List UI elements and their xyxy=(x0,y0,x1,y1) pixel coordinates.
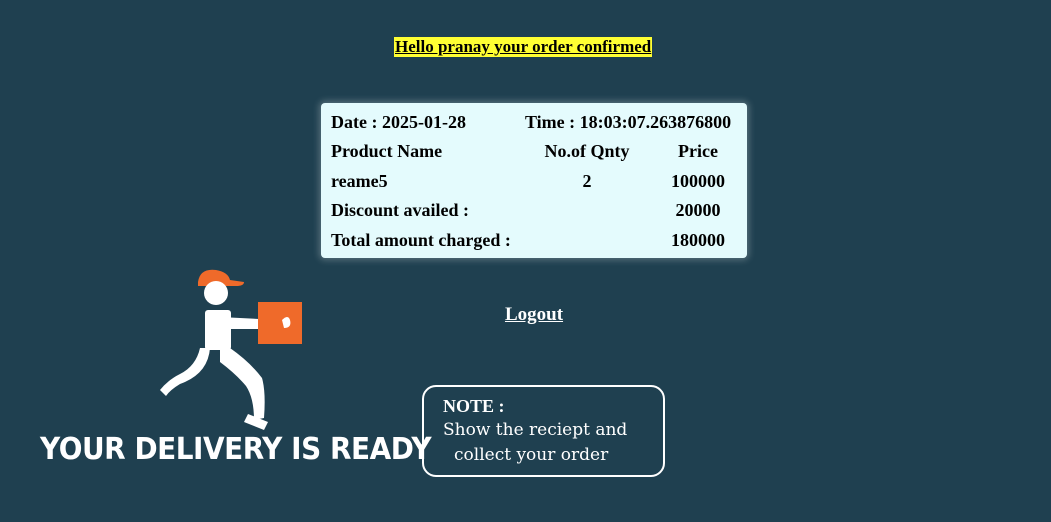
receipt-date: Date : 2025-01-28 xyxy=(331,112,466,132)
note-box: NOTE : Show the reciept and collect your… xyxy=(422,385,665,477)
note-line-1: Show the reciept and xyxy=(443,420,628,440)
total-label: Total amount charged : xyxy=(331,230,511,250)
item-price: 100000 xyxy=(671,171,725,191)
logout-link[interactable]: Logout xyxy=(505,304,563,326)
item-product-name: reame5 xyxy=(331,171,388,191)
receipt-time: Time : 18:03:07.263876800 xyxy=(525,112,732,132)
item-quantity: 2 xyxy=(582,171,592,191)
discount-value: 20000 xyxy=(675,200,721,220)
discount-label: Discount availed : xyxy=(331,200,470,220)
delivery-person-icon xyxy=(150,262,310,437)
header-quantity: No.of Qnty xyxy=(544,141,630,161)
header-product-name: Product Name xyxy=(331,141,443,161)
total-value: 180000 xyxy=(671,230,725,250)
header-price: Price xyxy=(678,141,718,161)
note-title: NOTE : xyxy=(443,396,505,416)
order-receipt-card: Date : 2025-01-28 Time : 18:03:07.263876… xyxy=(321,103,747,258)
delivery-ready-banner: YOUR DELIVERY IS READY xyxy=(40,432,432,467)
order-confirmation-greeting: Hello pranay your order confirmed xyxy=(394,37,653,57)
note-line-2: collect your order xyxy=(454,445,609,465)
